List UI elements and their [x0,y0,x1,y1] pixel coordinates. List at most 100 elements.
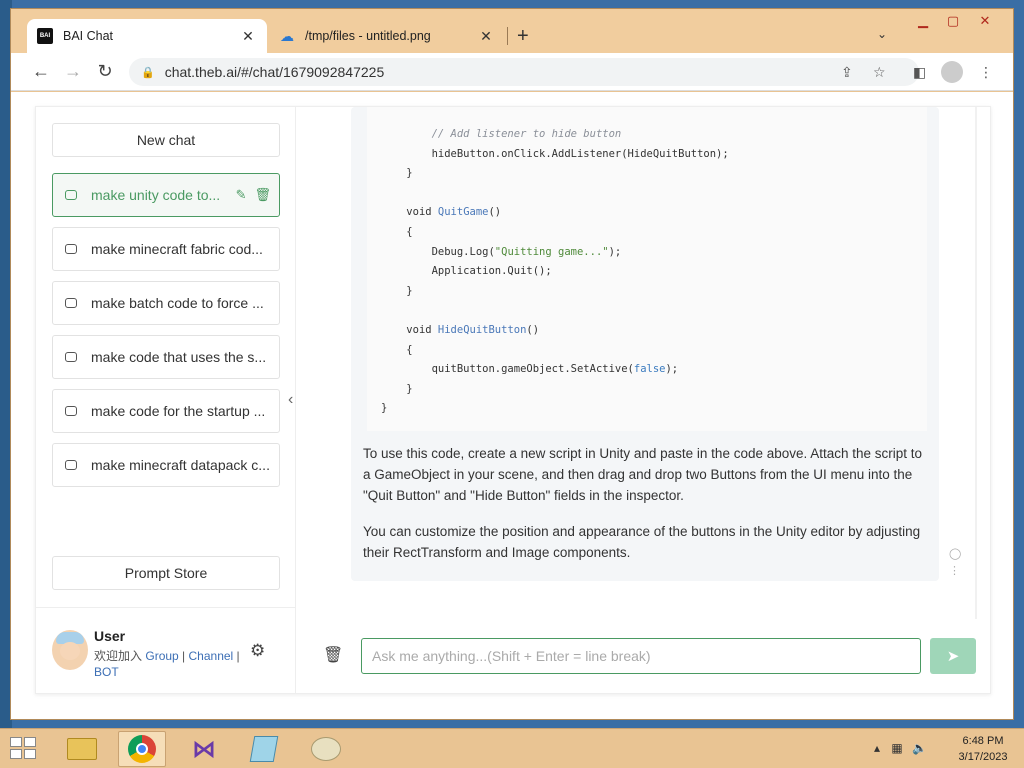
code-token: Debug.Log( [431,245,495,258]
clock-date: 3/17/2023 [958,751,1008,763]
code-block: // Add listener to hide button hideButto… [367,107,927,431]
tab-bai-chat[interactable]: BAI BAI Chat ✕ [27,19,267,53]
code-token: { [406,343,413,356]
chat-item[interactable]: make code for the startup ... [52,389,280,433]
code-token: () [488,206,502,219]
code-token: void [406,206,438,219]
code-line: void HideQuitButton() [381,321,927,341]
web-page: New chat make unity code to... ✎ 🗑 make … [11,92,1013,719]
bot-link[interactable]: BOT [94,665,119,679]
message-actions[interactable]: ◯ ⋮ [949,547,961,577]
paint-icon[interactable] [302,731,350,767]
tab-strip: BAI BAI Chat ✕ ☁ /tmp/files - untitled.p… [11,9,1013,53]
message-paragraph: To use this code, create a new script in… [363,446,923,503]
volume-icon[interactable]: 🔈 [912,741,927,755]
bookmark-star-icon[interactable]: ☆ [873,64,886,81]
code-token: // Add listener to hide button [431,128,622,140]
close-tab-icon[interactable]: ✕ [477,28,495,45]
message-list: // Add listener to hide button hideButto… [297,107,977,619]
forward-icon[interactable]: → [61,61,85,81]
bai-icon: BAI [37,28,53,44]
delete-icon[interactable]: 🗑 [254,187,271,203]
browser-window: BAI BAI Chat ✕ ☁ /tmp/files - untitled.p… [10,8,1014,720]
more-options-icon[interactable]: ⋮ [949,564,961,577]
notepad-icon[interactable] [240,731,288,767]
chat-item-label: make minecraft fabric cod... [91,241,263,257]
system-tray[interactable]: ▴ ▦ 🔈 [874,741,927,755]
chat-bubble-icon [65,406,77,416]
edit-icon[interactable]: ✎ [236,187,247,203]
side-panel-icon[interactable]: ◧ [913,64,926,81]
close-window-icon[interactable]: ✕ [971,13,999,29]
chat-bubble-icon [65,190,77,200]
chat-bubble-icon [65,298,77,308]
new-chat-button[interactable]: New chat [52,123,280,157]
welcome-text: 欢迎加入 [94,649,143,663]
tab-search-chevron-icon[interactable]: ⌄ [877,27,887,41]
tab-title: BAI Chat [63,29,114,43]
send-button[interactable]: ➤ [930,638,976,674]
code-token: ); [665,363,679,376]
new-tab-button[interactable]: + [517,25,529,48]
network-icon[interactable]: ▦ [891,741,902,755]
prompt-store-button[interactable]: Prompt Store [52,556,280,590]
reload-icon[interactable]: ↻ [93,61,117,81]
code-line: } [381,282,927,302]
chat-item-label: make minecraft datapack c... [91,457,270,473]
send-icon: ➤ [946,648,960,665]
back-icon[interactable]: ← [29,61,53,81]
composer: 🗑 ➤ [297,637,992,677]
chat-bubble-icon [65,352,77,362]
code-token: false [633,363,666,376]
chat-item[interactable]: make code that uses the s... [52,335,280,379]
maximize-icon[interactable]: ▢ [939,13,967,29]
menu-kebab-icon[interactable]: ⋮ [979,64,993,81]
tab-files[interactable]: ☁ /tmp/files - untitled.png ✕ [269,19,505,53]
user-welcome: 欢迎加入 Group | Channel | BOT [94,649,240,679]
address-bar[interactable]: 🔒 chat.theb.ai/#/chat/1679092847225 [129,58,919,86]
chat-item[interactable]: make minecraft fabric cod... [52,227,280,271]
profile-avatar-icon[interactable] [941,61,963,83]
settings-gear-icon[interactable]: ⚙ [250,641,265,661]
close-tab-icon[interactable]: ✕ [239,28,257,45]
collapse-sidebar-chevron-icon[interactable]: ‹ [288,391,293,409]
minimize-icon[interactable]: ▁ [909,13,937,29]
chrome-icon[interactable] [118,731,166,767]
code-line: { [381,341,927,361]
chat-bubble-icon [65,460,77,470]
code-token: void [406,323,438,336]
chat-item[interactable]: make batch code to force ... [52,281,280,325]
code-token: { [406,225,413,238]
chat-item-active[interactable]: make unity code to... ✎ 🗑 [52,173,280,217]
group-link[interactable]: Group [145,649,178,663]
code-token: Application.Quit(); [431,265,552,278]
chat-item-label: make code that uses the s... [91,349,267,365]
chat-input[interactable] [361,638,921,674]
share-icon[interactable]: ⇪ [841,64,853,81]
code-token: } [381,402,388,415]
taskbar: ⋈ ▴ ▦ 🔈 6:48 PM 3/17/2023 [0,728,1024,768]
lock-icon[interactable]: 🔒 [141,66,155,79]
trash-icon[interactable]: 🗑 [323,645,343,665]
channel-link[interactable]: Channel [189,649,234,663]
avatar [52,630,88,670]
code-token: "Quitting game..." [494,245,609,258]
chat-item-label: make unity code to... [91,187,221,203]
scrollbar[interactable]: ▲ ▼ [975,107,977,619]
file-explorer-icon[interactable] [58,731,106,767]
visual-studio-icon[interactable]: ⋈ [180,731,228,767]
code-line: // Add listener to hide button [381,125,927,145]
sidebar: New chat make unity code to... ✎ 🗑 make … [36,107,296,693]
clock[interactable]: 6:48 PM 3/17/2023 [948,733,1018,765]
code-token: hideButton.onClick.AddListener(HideQuitB… [431,147,729,160]
code-token: ); [608,245,622,258]
code-line: Debug.Log("Quitting game..."); [381,243,927,263]
chat-item[interactable]: make minecraft datapack c... [52,443,280,487]
code-line: } [381,380,927,400]
browser-toolbar: ← → ↻ 🔒 chat.theb.ai/#/chat/167909284722… [11,53,1013,91]
show-hidden-icons-icon[interactable]: ▴ [874,741,880,755]
start-windows-icon[interactable] [10,737,38,761]
message-paragraph: You can customize the position and appea… [363,524,921,560]
user-name: User [94,628,126,644]
